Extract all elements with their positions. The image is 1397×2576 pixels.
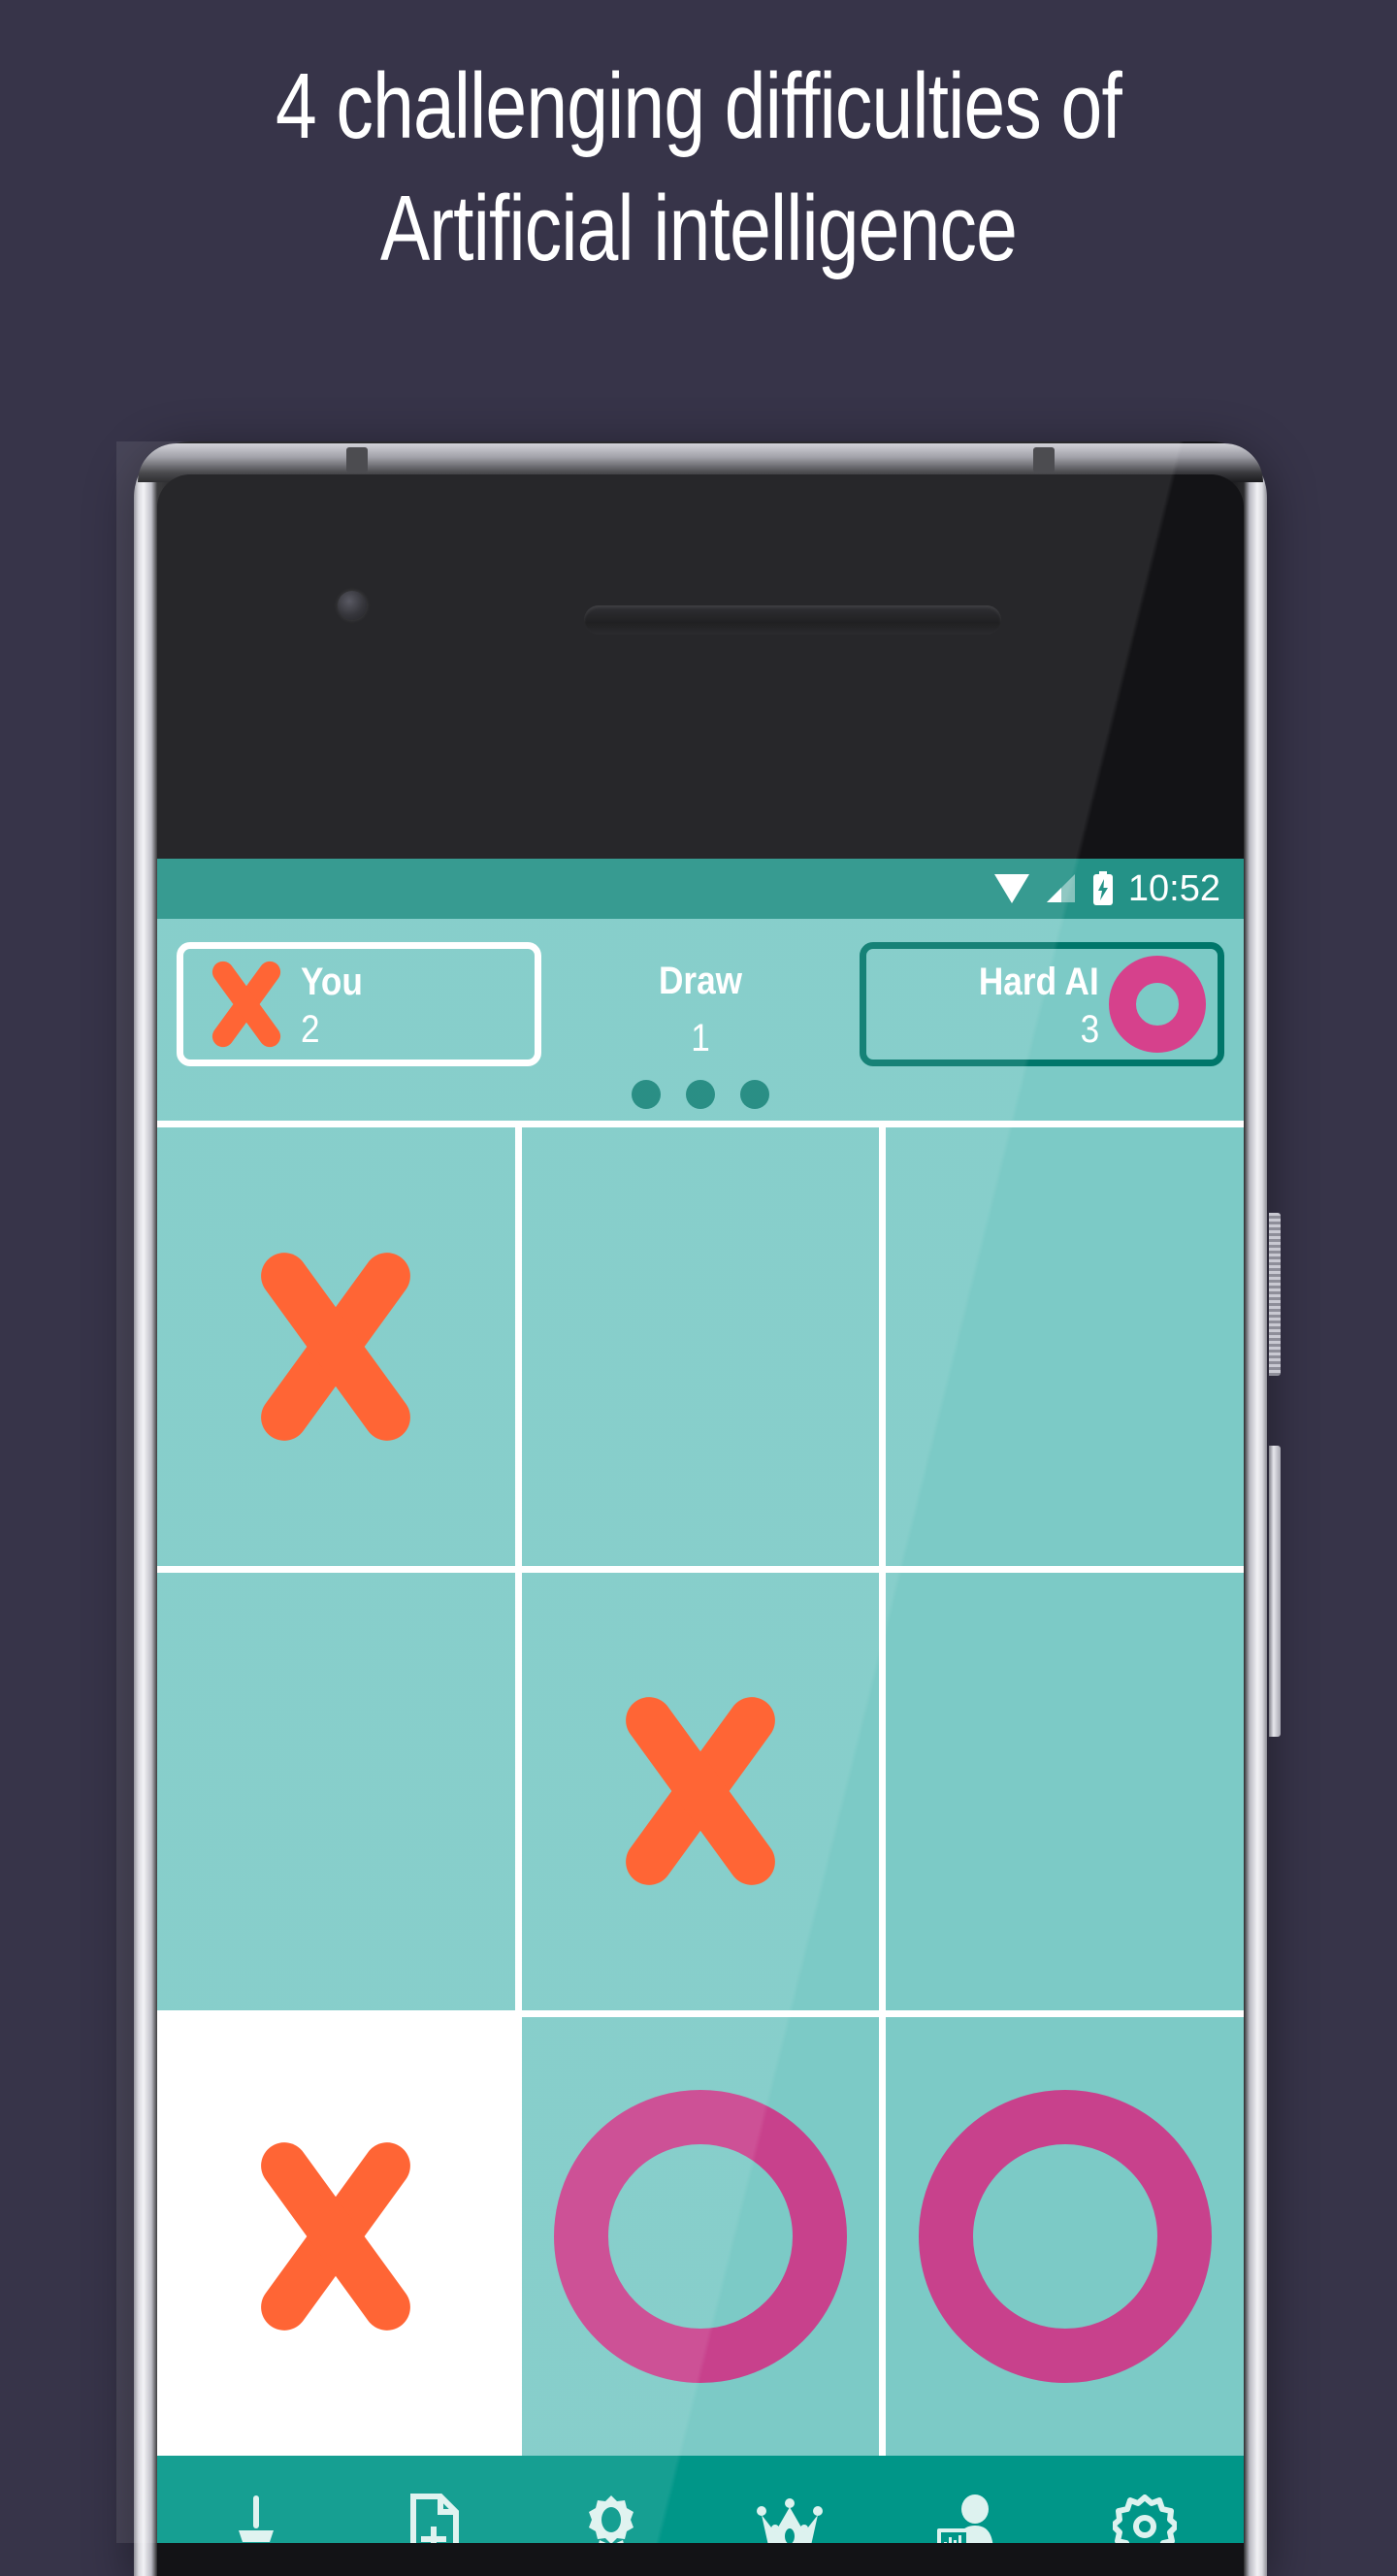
board-cell-6[interactable]: [157, 2017, 515, 2456]
earpiece-speaker: [584, 605, 1001, 635]
turn-indicator-dots: [157, 1080, 1244, 1109]
phone-mockup: 10:52 You 2 Draw 1 Hard AI 3: [116, 441, 1281, 2576]
power-button[interactable]: [1269, 1213, 1281, 1376]
signal-icon: [1045, 872, 1078, 905]
turn-dot: [686, 1080, 715, 1109]
nav-item-achievements[interactable]: [538, 2494, 684, 2543]
phone-antenna-notch-left: [346, 447, 368, 473]
phone-antenna-notch-right: [1033, 447, 1055, 473]
broom-icon: [226, 2494, 286, 2543]
x-mark-icon: [591, 1682, 809, 1901]
o-mark-icon: [1109, 956, 1206, 1053]
draw-label: Draw: [658, 960, 743, 1002]
player-score: 2: [301, 1008, 320, 1051]
board-cell-1[interactable]: [521, 1127, 880, 1566]
x-mark-icon: [227, 1237, 445, 1455]
front-camera-icon: [338, 591, 367, 620]
player-stats-icon: [935, 2494, 999, 2543]
board-cell-4[interactable]: [521, 1572, 880, 2011]
board-cell-8[interactable]: [886, 2017, 1244, 2456]
opponent-name: Hard AI: [979, 961, 1099, 1003]
nav-item-settings[interactable]: [1072, 2494, 1218, 2543]
player-score-card[interactable]: You 2: [177, 942, 541, 1066]
draw-score-block: Draw 1: [579, 942, 822, 1060]
scoreboard: You 2 Draw 1 Hard AI 3: [157, 919, 1244, 1121]
gear-icon: [1113, 2494, 1178, 2543]
turn-dot: [740, 1080, 769, 1109]
nav-item-statistics[interactable]: [894, 2494, 1040, 2543]
x-mark-icon: [195, 954, 297, 1056]
board-cell-3[interactable]: [157, 1572, 515, 2011]
turn-dot: [632, 1080, 661, 1109]
nav-item-new-game[interactable]: [361, 2494, 506, 2543]
o-mark-icon: [553, 2090, 847, 2384]
volume-rocker-button[interactable]: [1269, 1446, 1281, 1737]
status-bar: 10:52: [157, 859, 1244, 919]
nav-item-leaderboard[interactable]: [717, 2494, 862, 2543]
player-name: You: [301, 961, 363, 1003]
nav-item-clear[interactable]: [183, 2494, 329, 2543]
wifi-icon: [992, 872, 1031, 905]
new-file-icon: [404, 2494, 464, 2543]
headline-line-2: Artificial intelligence: [379, 177, 1018, 280]
opponent-score-card[interactable]: Hard AI 3: [860, 942, 1224, 1066]
bottom-nav-bar: [157, 2456, 1244, 2543]
o-mark-icon: [918, 2090, 1212, 2384]
board-cell-0[interactable]: [157, 1127, 515, 1566]
tic-tac-toe-board: [157, 1121, 1244, 2456]
award-ribbon-icon: [581, 2494, 641, 2543]
board-cell-2[interactable]: [886, 1127, 1244, 1566]
x-mark-icon: [227, 2128, 445, 2346]
app-screen: 10:52 You 2 Draw 1 Hard AI 3: [157, 859, 1244, 2543]
battery-charging-icon: [1091, 871, 1115, 906]
status-bar-time: 10:52: [1127, 867, 1220, 909]
crown-icon: [756, 2494, 824, 2543]
headline-line-1: 4 challenging difficulties of: [276, 54, 1122, 158]
board-cell-7[interactable]: [521, 2017, 880, 2456]
opponent-score: 3: [1080, 1008, 1099, 1051]
draw-score: 1: [691, 1017, 710, 1060]
promo-headline: 4 challenging difficulties of Artificial…: [140, 60, 1257, 276]
board-cell-5[interactable]: [886, 1572, 1244, 2011]
